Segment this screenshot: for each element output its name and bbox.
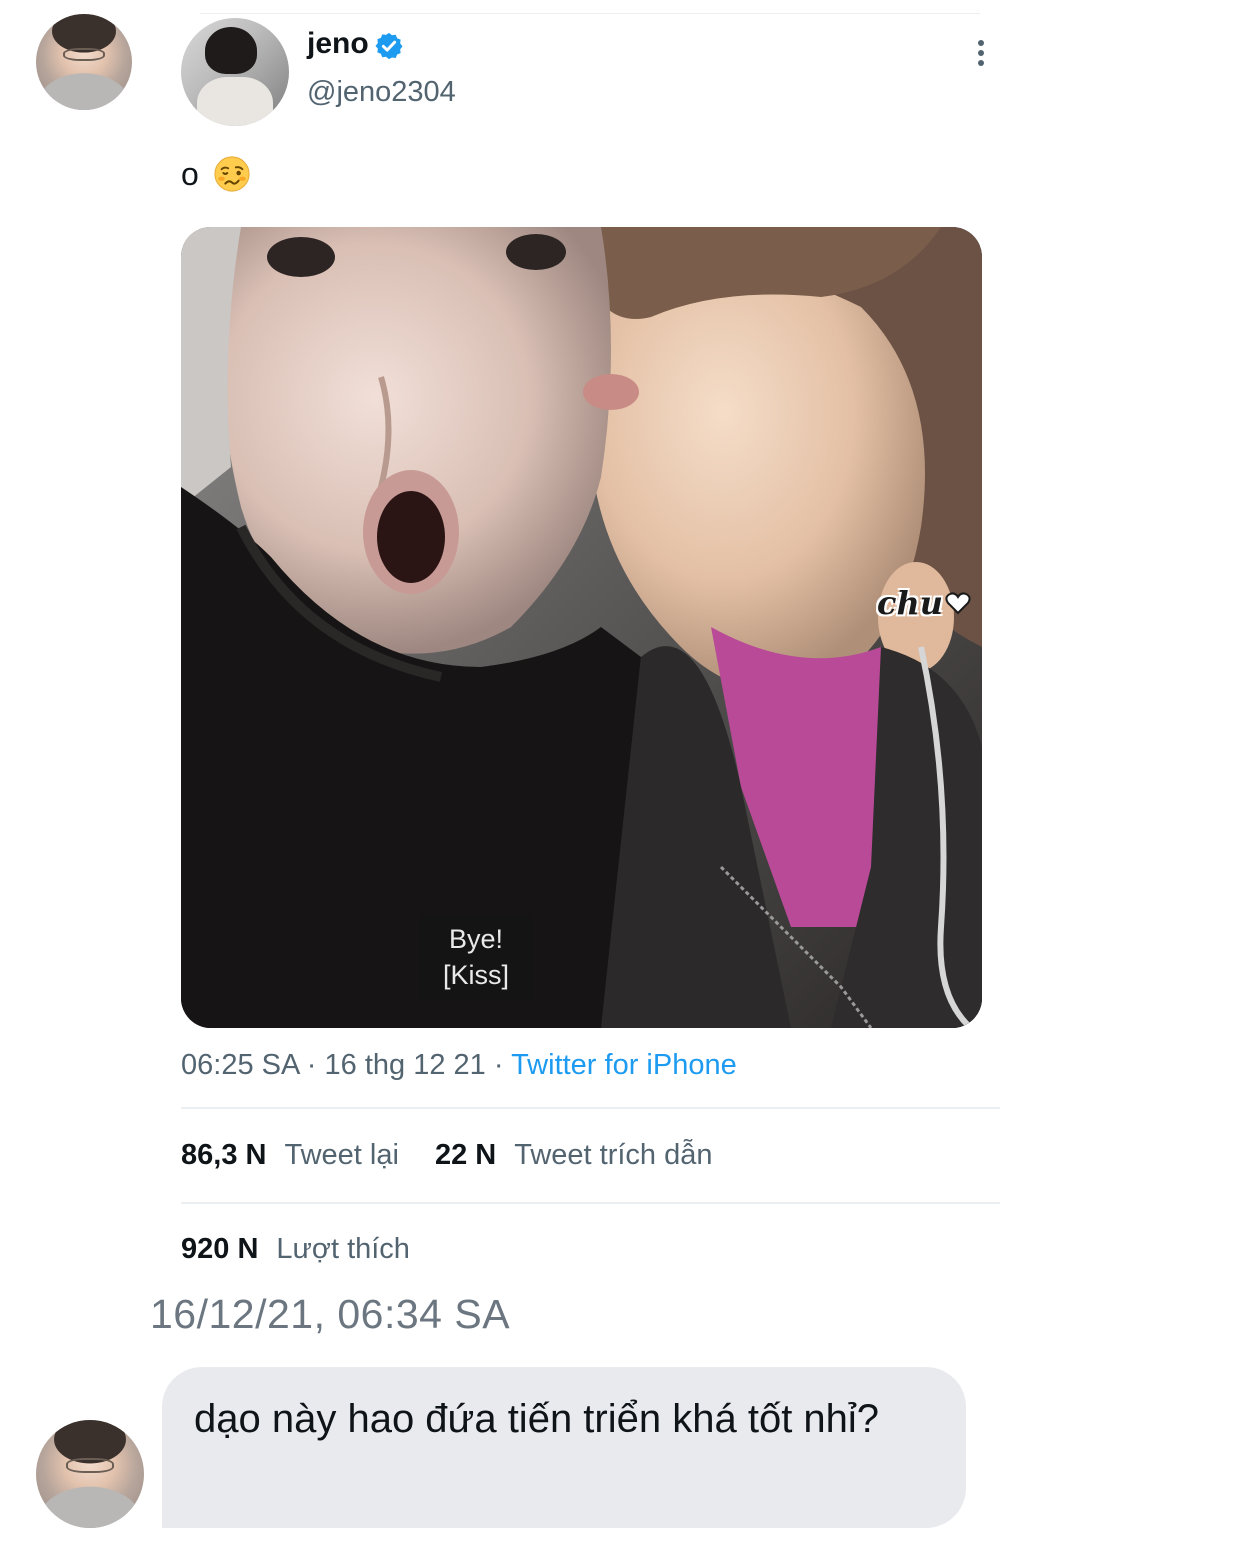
- avatar-glasses: [66, 1457, 114, 1473]
- sender-avatar[interactable]: [36, 1420, 144, 1528]
- likes-stat[interactable]: 920 N Lượt thích: [181, 1233, 438, 1265]
- tweet-time: 06:25 SA: [181, 1049, 299, 1081]
- likes-stats-row: 920 N Lượt thích: [181, 1233, 438, 1266]
- dm-screen: jeno @jeno2304 o chu Bye! [Kiss] 06:25 S…: [0, 0, 1242, 1545]
- avatar-shirt: [197, 77, 273, 126]
- video-caption: Bye! [Kiss]: [418, 914, 534, 1000]
- heart-icon: [945, 592, 971, 615]
- message-timestamp: 16/12/21, 06:34 SA: [150, 1291, 511, 1337]
- woozy-face-icon: [214, 156, 250, 192]
- caption-line-1: Bye!: [448, 924, 504, 954]
- author-avatar[interactable]: [181, 18, 289, 126]
- meta-separator: ·: [306, 1049, 317, 1081]
- message-bubble[interactable]: dạo này hao đứa tiến triển khá tốt nhỉ?: [162, 1367, 966, 1528]
- divider: [181, 1202, 1000, 1204]
- sender-avatar[interactable]: [36, 14, 132, 110]
- tweet-body: o: [181, 155, 199, 192]
- author-name[interactable]: jeno: [307, 27, 369, 61]
- tweet-text: o: [181, 155, 251, 193]
- retweets-stat[interactable]: 86,3 N Tweet lại: [181, 1139, 427, 1171]
- retweets-count: 86,3 N: [181, 1139, 267, 1171]
- divider: [181, 1107, 1000, 1109]
- author-handle[interactable]: @jeno2304: [307, 76, 456, 109]
- likes-count: 920 N: [181, 1233, 259, 1265]
- verified-badge-icon: [375, 32, 403, 60]
- card-top-divider: [200, 13, 980, 14]
- engagement-stats-row: 86,3 N Tweet lại 22 N Tweet trích dẫn: [181, 1139, 741, 1172]
- more-options-icon[interactable]: [970, 38, 992, 68]
- avatar-glasses: [62, 47, 106, 62]
- tweet-media-photo[interactable]: chu Bye! [Kiss]: [181, 227, 982, 1028]
- retweets-label: Tweet lại: [284, 1139, 399, 1171]
- tweet-meta: 06:25 SA · 16 thg 12 21 · Twitter for iP…: [181, 1049, 737, 1082]
- tweet-source-link[interactable]: Twitter for iPhone: [511, 1049, 737, 1081]
- caption-line-2: [Kiss]: [442, 960, 509, 990]
- meta-separator: ·: [493, 1049, 504, 1081]
- quotes-stat[interactable]: 22 N Tweet trích dẫn: [435, 1139, 741, 1171]
- chu-sticker: chu: [877, 584, 971, 622]
- avatar-hood: [36, 14, 132, 110]
- quotes-count: 22 N: [434, 1139, 497, 1171]
- likes-label: Lượt thích: [276, 1233, 410, 1265]
- sticker-text: chu: [877, 584, 944, 622]
- tweet-date: 16 thg 12 21: [324, 1049, 486, 1081]
- quotes-label: Tweet trích dẫn: [514, 1139, 713, 1171]
- photo-illustration: [181, 227, 982, 1028]
- avatar-hood: [36, 1420, 144, 1528]
- avatar-hair: [204, 26, 257, 75]
